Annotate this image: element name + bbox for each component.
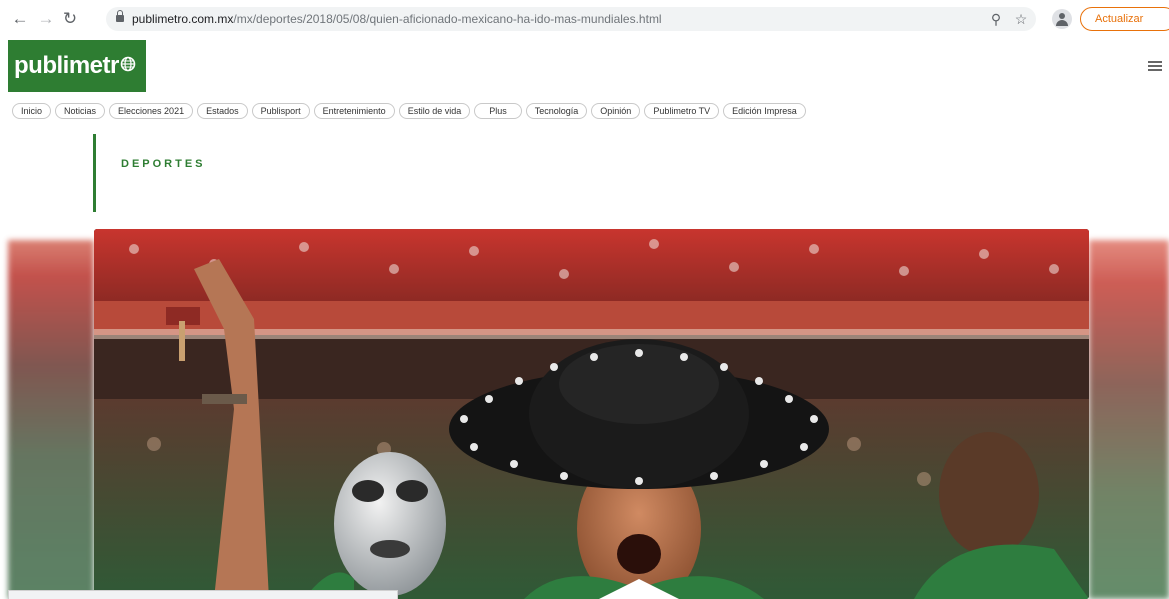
back-button[interactable]: ←	[10, 9, 30, 29]
nav-item-opinion[interactable]: Opinión	[591, 103, 641, 119]
hamburger-icon[interactable]	[1148, 61, 1162, 71]
profile-icon[interactable]	[1052, 9, 1072, 29]
lock-icon	[116, 10, 124, 22]
logo-text: publimetr	[14, 52, 119, 79]
section-accent-bar	[93, 134, 96, 212]
nav-item-noticias[interactable]: Noticias	[55, 103, 106, 119]
nav-item-entretenimiento[interactable]: Entretenimiento	[313, 103, 395, 119]
nav-item-inicio[interactable]: Inicio	[12, 103, 52, 119]
nav-item-edicion-impresa[interactable]: Edición Impresa	[723, 103, 806, 119]
nav-item-tecnologia[interactable]: Tecnología	[525, 103, 588, 119]
reload-icon: ↻	[62, 9, 78, 28]
zoom-icon[interactable]: ⚲	[986, 9, 1006, 29]
status-bar	[8, 590, 398, 599]
url-text: publimetro.com.mx/mx/deportes/2018/05/08…	[132, 7, 662, 31]
hero-image[interactable]	[94, 229, 1089, 599]
nav-item-plus[interactable]: Plus	[474, 103, 522, 119]
section-label[interactable]: DEPORTES	[121, 158, 206, 170]
url-host: publimetro.com.mx	[132, 12, 234, 26]
url-path: /mx/deportes/2018/05/08/quien-aficionado…	[233, 12, 662, 26]
update-button[interactable]: Actualizar	[1080, 7, 1169, 31]
arrow-right-icon: →	[37, 9, 55, 28]
browser-toolbar: ← → ↻ publimetro.com.mx/mx/deportes/2018…	[0, 0, 1169, 39]
globe-icon	[120, 40, 136, 91]
hero-image-blur-left	[8, 240, 94, 599]
nav-item-estados[interactable]: Estados	[197, 103, 248, 119]
reload-button[interactable]: ↻	[60, 9, 80, 29]
forward-button[interactable]: →	[36, 9, 56, 29]
star-icon[interactable]: ☆	[1011, 9, 1031, 29]
nav-item-estilo-de-vida[interactable]: Estilo de vida	[398, 103, 471, 119]
hero-image-illustration	[94, 229, 1089, 599]
main-nav: Inicio Noticias Elecciones 2021 Estados …	[12, 103, 806, 119]
hero-image-blur-right	[1089, 240, 1169, 599]
nav-item-publisport[interactable]: Publisport	[251, 103, 310, 119]
address-bar[interactable]: publimetro.com.mx/mx/deportes/2018/05/08…	[106, 7, 1036, 31]
arrow-left-icon: ←	[11, 9, 29, 28]
site-header	[0, 38, 1169, 96]
site-logo[interactable]: publimetr	[8, 40, 146, 92]
nav-item-publimetro-tv[interactable]: Publimetro TV	[644, 103, 720, 119]
nav-item-elecciones[interactable]: Elecciones 2021	[109, 103, 194, 119]
